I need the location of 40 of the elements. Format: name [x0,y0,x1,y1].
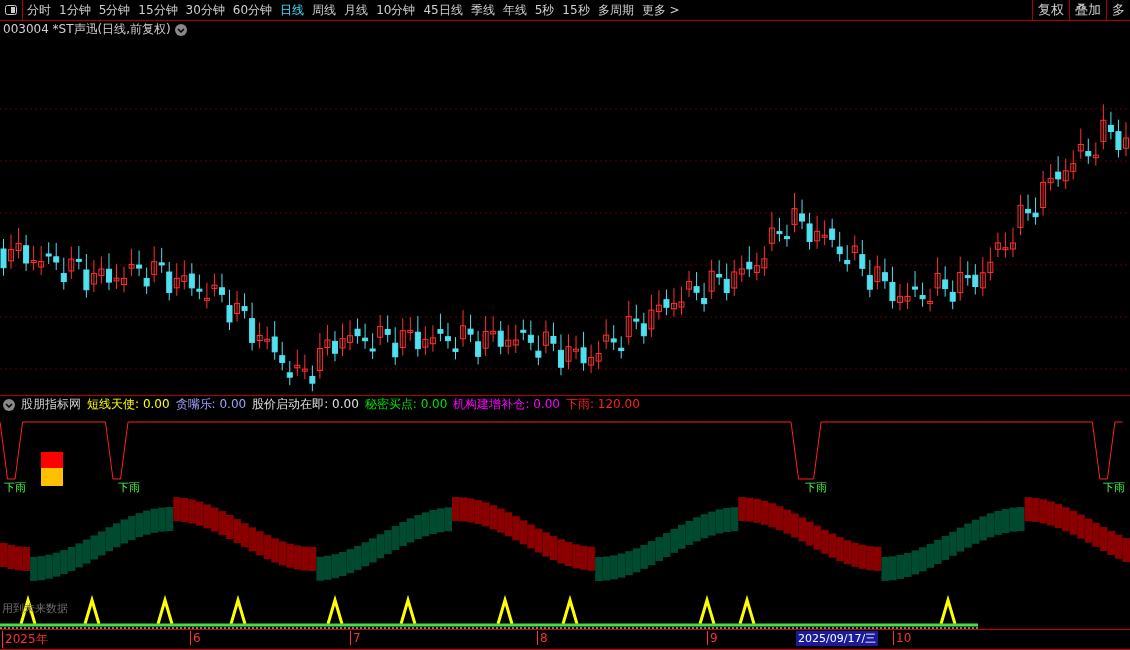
rain-label: 下雨 [1103,479,1125,495]
panel-toggle-icon[interactable] [5,5,17,15]
future-data-note: 用到未来数据 [2,600,68,616]
more-link[interactable]: 更多 > [637,1,684,19]
date-axis-label: 2025年 [2,631,48,649]
period-tab[interactable]: 多周期 [593,1,638,19]
period-tab[interactable]: 月线 [340,1,373,19]
date-axis-label: 7 [350,631,361,646]
rain-label: 下雨 [118,479,140,495]
rain-label: 下雨 [4,479,26,495]
date-axis-label: 6 [190,631,201,646]
indicator-value: 股价启动在即: 0.00 [252,396,359,414]
period-tab[interactable]: 60分钟 [228,1,277,19]
indicator-value: 短线天使: 0.00 [87,396,170,414]
period-tab[interactable]: 日线 [276,1,309,19]
chart-title: 003004 *ST声迅(日线,前复权) [3,21,171,39]
period-tab[interactable]: 1分钟 [55,1,95,19]
indicator-value: 机构建增补仓: 0.00 [453,396,560,414]
indicator-name: 股朋指标网 [21,396,81,414]
period-tab[interactable]: 5分钟 [94,1,135,19]
period-tab[interactable]: 45日线 [419,1,467,19]
period-tab[interactable]: 30分钟 [181,1,229,19]
indicator-value: 贪嘴乐: 0.00 [175,396,247,414]
period-tab[interactable]: 10分钟 [372,1,420,19]
date-axis-label: 10 [893,631,912,646]
cursor-date: 2025/09/17/三 [796,631,879,647]
period-tab[interactable]: 季线 [466,1,499,19]
period-tab[interactable]: 15秒 [558,1,594,19]
period-tab[interactable]: 5秒 [530,1,559,19]
dropdown-icon[interactable] [174,23,187,36]
rain-label: 下雨 [805,479,827,495]
period-tab[interactable]: 周线 [308,1,341,19]
indicator-value: 下雨: 120.00 [565,396,640,414]
date-axis-label: 8 [537,631,548,646]
date-axis-label: 9 [707,631,718,646]
period-tab[interactable]: 年线 [498,1,531,19]
dropdown-icon[interactable] [3,398,15,411]
period-tab[interactable]: 分时 [23,1,55,19]
indicator-value: 秘密买点: 0.00 [364,396,448,414]
period-tab[interactable]: 15分钟 [134,1,182,19]
